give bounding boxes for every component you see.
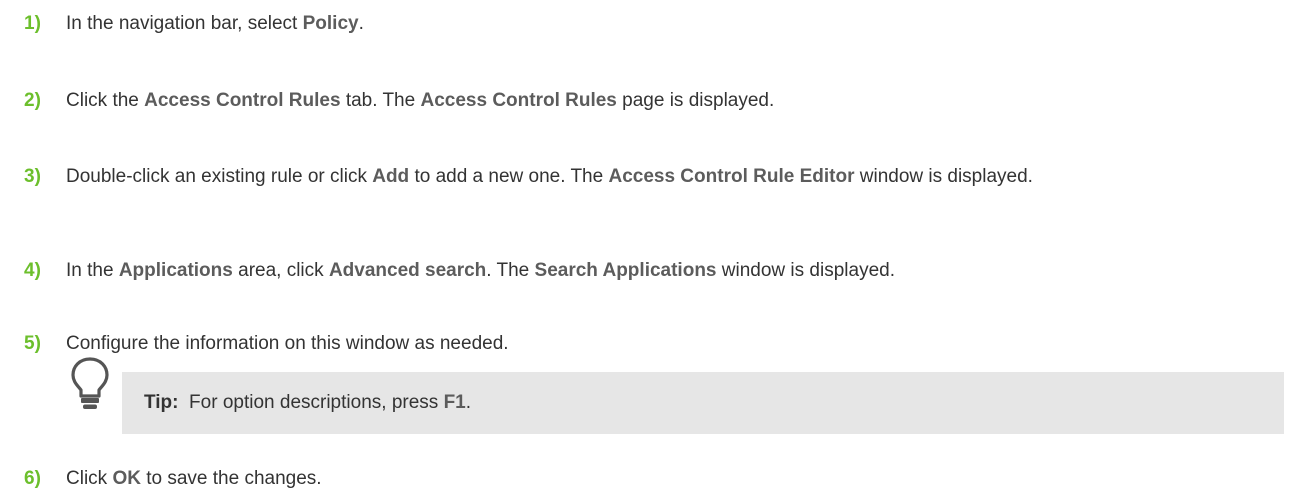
ui-term-access-control-rules: Access Control Rules [144, 90, 341, 111]
lightbulb-icon [71, 357, 109, 409]
procedure-document: 1) In the navigation bar, select Policy.… [0, 0, 1306, 500]
ui-term-applications: Applications [118, 260, 233, 281]
ui-term-policy: Policy [302, 13, 359, 34]
ui-term-access-control-rules: Access Control Rules [420, 90, 617, 111]
ui-term-f1: F1 [443, 392, 466, 413]
step-number: 4) [24, 260, 41, 281]
ui-term-ok: OK [112, 468, 141, 489]
step-number: 6) [24, 468, 41, 489]
step-text: Click OK to save the changes. [66, 468, 322, 489]
step-text: Configure the information on this window… [66, 333, 509, 354]
step-number: 1) [24, 13, 41, 34]
ui-term-advanced-search: Advanced search [328, 260, 487, 281]
tip-box: Tip: For option descriptions, press F1. [122, 372, 1284, 434]
ui-term-add: Add [372, 166, 410, 187]
step-text: Double-click an existing rule or click A… [66, 166, 1033, 187]
step-text: Click the Access Control Rules tab. The … [66, 90, 775, 111]
step-number: 2) [24, 90, 41, 111]
ui-term-search-applications: Search Applications [534, 260, 717, 281]
step-number: 5) [24, 333, 41, 354]
tip-text: Tip: For option descriptions, press F1. [144, 392, 472, 413]
step-number: 3) [24, 166, 41, 187]
step-text: In the navigation bar, select Policy. [66, 13, 364, 34]
ui-term-access-control-rule-editor: Access Control Rule Editor [608, 166, 855, 187]
tip-label: Tip: [144, 392, 179, 413]
step-text: In the Applications area, click Advanced… [66, 260, 895, 281]
